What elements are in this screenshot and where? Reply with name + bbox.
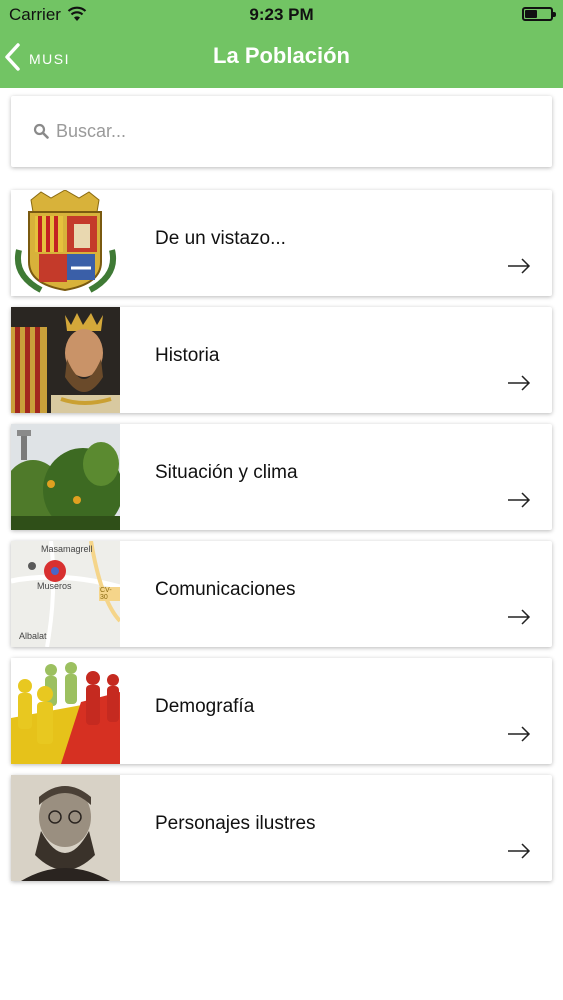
list-item-de-un-vistazo[interactable]: De un vistazo... bbox=[11, 190, 552, 296]
item-label: De un vistazo... bbox=[155, 228, 286, 249]
coat-of-arms-image bbox=[11, 190, 120, 296]
arrow-right-icon bbox=[508, 843, 531, 859]
search-input[interactable] bbox=[56, 116, 526, 146]
map-label-museros: Museros bbox=[37, 581, 72, 591]
header-bar: Carrier 9:23 PM MUSI La Población bbox=[0, 0, 563, 88]
navigation-bar: MUSI La Población bbox=[0, 30, 563, 86]
landscape-image bbox=[11, 424, 120, 530]
arrow-right-icon bbox=[508, 492, 531, 508]
list-item-personajes-ilustres[interactable]: Personajes ilustres bbox=[11, 775, 552, 881]
arrow-right-icon bbox=[508, 258, 531, 274]
list-item-historia[interactable]: Historia bbox=[11, 307, 552, 413]
clock: 9:23 PM bbox=[249, 5, 314, 24]
search-bar bbox=[11, 96, 552, 167]
item-label: Historia bbox=[155, 345, 220, 366]
item-label: Comunicaciones bbox=[155, 579, 296, 600]
arrow-right-icon bbox=[508, 375, 531, 391]
map-label-albalat: Albalat bbox=[19, 631, 47, 641]
battery-icon bbox=[522, 7, 556, 21]
arrow-right-icon bbox=[508, 726, 531, 742]
list-item-demografia[interactable]: Demografía bbox=[11, 658, 552, 764]
map-label-road: CV-30 bbox=[99, 587, 120, 601]
page-title: La Población bbox=[213, 43, 350, 68]
map-label-masamagrell: Masamagrell bbox=[41, 544, 93, 554]
man-portrait-image bbox=[11, 775, 120, 881]
list-item-situacion-y-clima[interactable]: Situación y clima bbox=[11, 424, 552, 530]
people-figures-image bbox=[11, 658, 120, 764]
item-label: Personajes ilustres bbox=[155, 813, 316, 834]
list-item-comunicaciones[interactable]: Masamagrell Museros CV-30 Albalat Comuni… bbox=[11, 541, 552, 647]
item-label: Demografía bbox=[155, 696, 255, 717]
king-portrait-image bbox=[11, 307, 120, 413]
search-icon bbox=[33, 123, 49, 139]
map-image: Masamagrell Museros CV-30 Albalat bbox=[11, 541, 120, 647]
item-label: Situación y clima bbox=[155, 462, 298, 483]
arrow-right-icon bbox=[508, 609, 531, 625]
status-bar: Carrier 9:23 PM bbox=[0, 0, 563, 30]
